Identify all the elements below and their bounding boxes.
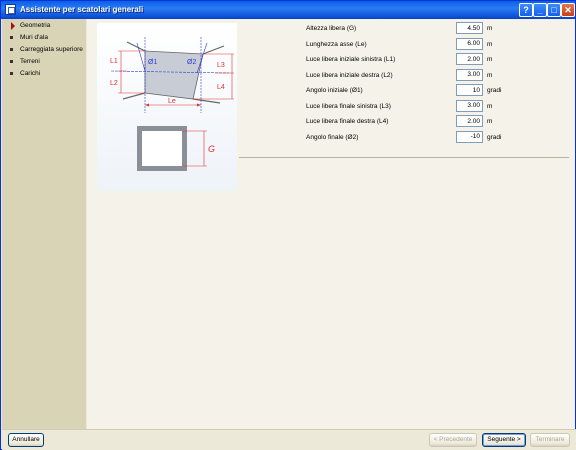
wing-wall-line xyxy=(202,45,225,55)
sidebar-item-label: Muri d'ala xyxy=(20,34,48,41)
wing-wall-line xyxy=(126,41,146,52)
field-unit: m xyxy=(487,71,493,79)
window-title: Assistente per scatolari generali xyxy=(20,5,144,14)
dimension-label: G xyxy=(208,144,215,154)
cross-section-opening xyxy=(142,131,182,166)
next-button[interactable]: Seguente > xyxy=(482,433,526,447)
dimension-label: L1 xyxy=(110,58,118,65)
wing-wall-line xyxy=(192,98,221,104)
field-unit: m xyxy=(487,25,493,32)
cancel-button[interactable]: Annullare xyxy=(8,433,44,447)
dimension-label: L2 xyxy=(110,80,118,87)
sidebar-item-muri-dala[interactable]: Muri d'ala xyxy=(2,32,86,43)
arrow-head xyxy=(145,103,149,107)
angle-label: Ø1 xyxy=(148,59,157,66)
field-label: Altezza libera (G) xyxy=(306,25,357,32)
altezza-libera-input[interactable] xyxy=(456,22,483,34)
previous-button[interactable]: < Precedente xyxy=(429,433,477,447)
title-bar[interactable]: Assistente per scatolari generali ? _ □ … xyxy=(1,1,575,19)
sidebar-item-carreggiata[interactable]: Carreggiata superiore xyxy=(2,44,86,55)
field-label: Luce libera finale destra (L4) xyxy=(306,118,389,125)
angolo-finale-input[interactable] xyxy=(456,130,483,143)
wing-wall-line xyxy=(122,92,146,100)
sidebar-item-label: Terreni xyxy=(20,58,40,65)
bullet-icon xyxy=(10,60,13,63)
minimize-button[interactable]: _ xyxy=(533,3,547,17)
field-row-angolo-finale: Angolo finale (Ø2) gradi xyxy=(239,130,569,146)
field-row-l2: Luce libera iniziale destra (L2) m xyxy=(239,68,569,84)
field-label: Angolo finale (Ø2) xyxy=(306,133,359,141)
arrow-head xyxy=(197,103,201,107)
sidebar-item-geometria[interactable]: Geometria xyxy=(2,20,86,31)
sidebar-item-label: Carichi xyxy=(20,70,41,77)
angolo-iniziale-input[interactable] xyxy=(456,84,483,96)
dimension-label: Le xyxy=(168,98,176,105)
dimension-label: L3 xyxy=(217,62,225,69)
field-row-l4: Luce libera finale destra (L4) m xyxy=(239,114,569,130)
field-row-altezza: Altezza libera (G) m xyxy=(239,21,569,37)
field-unit: gradi xyxy=(487,87,502,94)
field-row-l1: Luce libera iniziale sinistra (L1) m xyxy=(239,52,569,68)
app-icon xyxy=(5,4,16,15)
field-row-angolo-iniziale: Angolo iniziale (Ø1) gradi xyxy=(239,83,569,99)
field-label: Luce libera finale sinistra (L3) xyxy=(306,102,391,110)
field-unit: m xyxy=(487,118,493,125)
close-button[interactable]: ✕ xyxy=(561,3,575,17)
help-button[interactable]: ? xyxy=(519,3,533,17)
luce-l1-input[interactable] xyxy=(456,53,483,65)
geometry-diagram: L1 L2 L3 L4 Ø1 Ø2 Le G xyxy=(97,23,237,191)
button-bar: Annullare < Precedente Seguente > Termin… xyxy=(2,429,576,450)
wizard-window: Assistente per scatolari generali ? _ □ … xyxy=(0,0,576,450)
maximize-button[interactable]: □ xyxy=(547,3,561,17)
sidebar-item-terreni[interactable]: Terreni xyxy=(2,56,86,67)
bullet-icon xyxy=(10,48,13,51)
field-label: Luce libera iniziale destra (L2) xyxy=(306,71,393,79)
lunghezza-asse-input[interactable] xyxy=(456,37,483,50)
field-unit: m xyxy=(487,40,493,48)
field-row-l3: Luce libera finale sinistra (L3) m xyxy=(239,99,569,115)
luce-l4-input[interactable] xyxy=(456,115,483,127)
sidebar-item-label: Carreggiata superiore xyxy=(20,46,83,53)
geometry-diagram-svg: L1 L2 L3 L4 Ø1 Ø2 Le G xyxy=(110,37,234,171)
steps-sidebar: Geometria Muri d'ala Carreggiata superio… xyxy=(2,19,86,429)
angle-label: Ø2 xyxy=(187,59,196,66)
field-unit: gradi xyxy=(487,133,502,141)
luce-l3-input[interactable] xyxy=(456,99,483,112)
main-content: L1 L2 L3 L4 Ø1 Ø2 Le G Altezza libera (G… xyxy=(87,19,575,429)
field-label: Angolo iniziale (Ø1) xyxy=(306,87,363,94)
parameters-form: Altezza libera (G) m Lunghezza asse (Le)… xyxy=(239,21,569,158)
form-separator xyxy=(239,157,569,158)
finish-button[interactable]: Terminare xyxy=(530,433,570,447)
dimension-label: L4 xyxy=(217,84,225,91)
bullet-icon xyxy=(10,36,13,39)
field-label: Luce libera iniziale sinistra (L1) xyxy=(306,56,396,63)
field-unit: m xyxy=(487,56,493,63)
sidebar-item-label: Geometria xyxy=(20,22,51,29)
angle-ray xyxy=(136,42,146,72)
sidebar-item-carichi[interactable]: Carichi xyxy=(2,68,86,79)
field-unit: m xyxy=(487,102,493,110)
field-label: Lunghezza asse (Le) xyxy=(306,40,367,48)
field-row-lunghezza: Lunghezza asse (Le) m xyxy=(239,37,569,53)
luce-l2-input[interactable] xyxy=(456,68,483,81)
bullet-icon xyxy=(10,72,13,75)
current-step-arrow-icon xyxy=(11,22,15,30)
